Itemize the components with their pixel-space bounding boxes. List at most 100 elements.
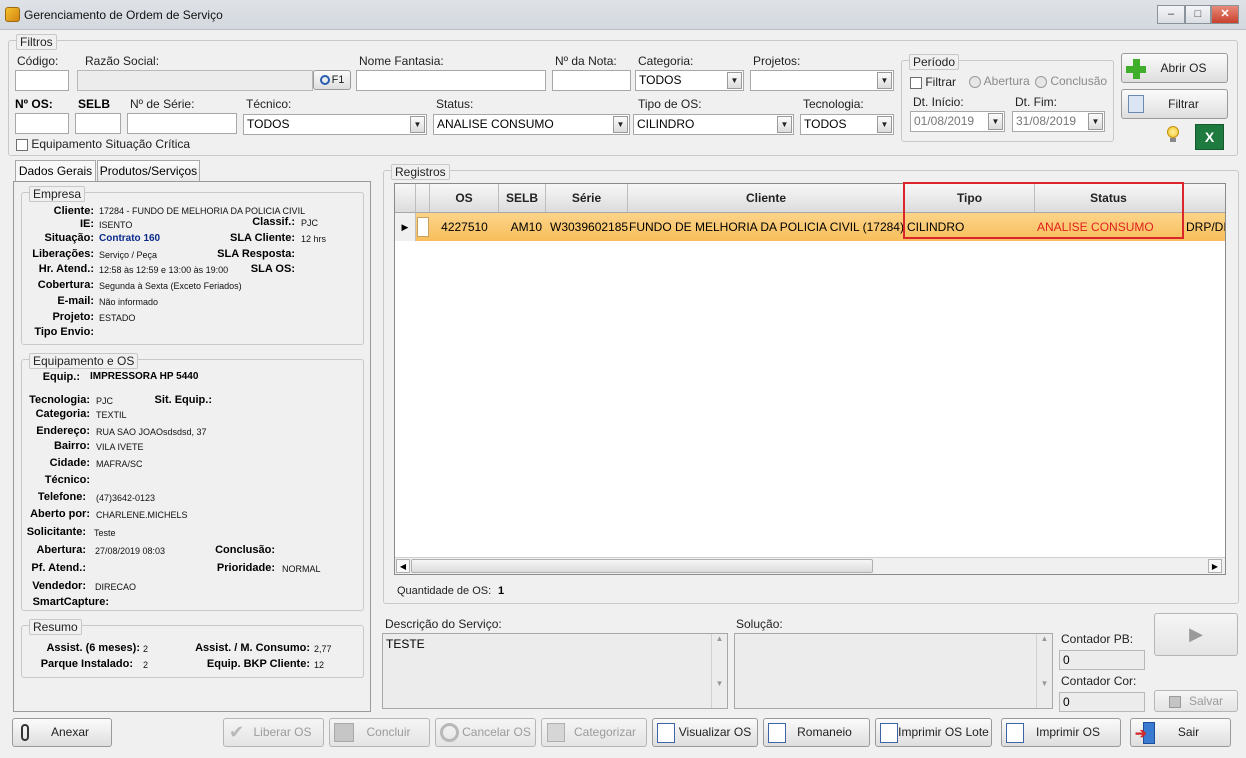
chevron-down-icon: ▼	[1088, 113, 1103, 130]
tecnologia-eq-value: PJC	[96, 396, 114, 406]
periodo-filtrar-checkbox[interactable]: Filtrar	[910, 75, 956, 89]
salvar-button[interactable]: Salvar	[1154, 690, 1238, 712]
fantasia-label: Nome Fantasia:	[359, 54, 444, 68]
sair-button[interactable]: ➔ Sair	[1130, 718, 1231, 747]
row-check-cell[interactable]	[417, 217, 429, 237]
grid-header-serie[interactable]: Série	[546, 184, 628, 213]
tab-dados-gerais[interactable]: Dados Gerais	[15, 160, 96, 182]
nota-input[interactable]	[552, 70, 631, 91]
fim-value: 31/08/2019	[1016, 114, 1077, 128]
registros-grid[interactable]: OS SELB Série Cliente Tipo Status ▶ 4227…	[394, 183, 1226, 575]
contador-cor-input[interactable]: 0	[1059, 692, 1145, 712]
os-input[interactable]	[15, 113, 69, 134]
fim-date[interactable]: 31/08/2019 ▼	[1012, 111, 1105, 132]
horizontal-scrollbar[interactable]: ◀ ▶	[395, 557, 1225, 574]
situacao-label: Situação:	[44, 232, 94, 244]
ie-label: IE:	[79, 218, 94, 230]
imprimir-os-button[interactable]: Imprimir OS	[1001, 718, 1121, 747]
tecnico-value: TODOS	[247, 117, 290, 131]
bkp-value: 12	[314, 660, 325, 670]
liberar-os-button[interactable]: ✔ Liberar OS	[223, 718, 324, 747]
descricao-textarea[interactable]: TESTE ▲ ▼	[382, 633, 728, 709]
serie-input[interactable]	[127, 113, 237, 134]
visualizar-os-button[interactable]: Visualizar OS	[652, 718, 758, 747]
concluir-button[interactable]: Concluir	[329, 718, 430, 747]
cobertura-label: Cobertura:	[37, 279, 94, 291]
email-value: Não informado	[99, 297, 159, 307]
anexar-label: Anexar	[50, 725, 90, 739]
concluir-label: Concluir	[366, 725, 411, 739]
grid-header-selb[interactable]: SELB	[499, 184, 546, 213]
paperclip-icon	[21, 724, 29, 741]
save-icon	[1168, 695, 1181, 708]
title-bar: Gerenciamento de Ordem de Serviço – □ ✕	[0, 0, 1246, 30]
scroll-left-icon[interactable]: ◀	[396, 559, 410, 573]
categorizar-button[interactable]: Categorizar	[541, 718, 647, 747]
filtrar-label: Filtrar	[925, 75, 957, 89]
cancelar-os-button[interactable]: Cancelar OS	[435, 718, 536, 747]
projetos-select[interactable]: ▼	[750, 70, 894, 91]
status-select[interactable]: ANALISE CONSUMO ▼	[433, 114, 630, 135]
projeto-value: ESTADO	[99, 313, 136, 323]
abrir-os-button[interactable]: Abrir OS	[1121, 53, 1228, 83]
tecnico-select[interactable]: TODOS ▼	[243, 114, 427, 135]
abertura-radio[interactable]: Abertura	[969, 74, 1030, 88]
critica-checkbox[interactable]: Equipamento Situação Crítica	[16, 137, 190, 151]
minimize-button[interactable]: –	[1157, 5, 1185, 24]
scroll-thumb[interactable]	[411, 559, 873, 573]
imprimir-os-lote-button[interactable]: Imprimir OS Lote	[875, 718, 992, 747]
grid-header-cliente[interactable]: Cliente	[628, 184, 905, 213]
inicio-date[interactable]: 01/08/2019 ▼	[910, 111, 1005, 132]
filtrar-button[interactable]: Filtrar	[1121, 89, 1228, 119]
play-button[interactable]: ▶	[1154, 613, 1238, 656]
status-label: Status:	[436, 97, 474, 111]
solucao-textarea[interactable]: ▲ ▼	[734, 633, 1053, 709]
razao-social-input[interactable]	[77, 70, 313, 91]
prioridade-value: NORMAL	[282, 564, 321, 574]
scroll-right-icon[interactable]: ▶	[1208, 559, 1222, 573]
cobertura-value: Segunda à Sexta (Exceto Feriados)	[99, 281, 242, 291]
parque-label: Parque Instalado:	[40, 658, 133, 670]
codigo-label: Código:	[17, 54, 59, 68]
close-button[interactable]: ✕	[1211, 5, 1239, 24]
projetos-label: Projetos:	[753, 54, 801, 68]
solucao-label: Solução:	[736, 617, 783, 631]
f1-search-button[interactable]: F1	[313, 70, 351, 90]
anexar-button[interactable]: Anexar	[12, 718, 112, 747]
chevron-down-icon: ▼	[988, 113, 1003, 130]
conclusao-label: Conclusão	[1050, 74, 1108, 88]
grid-header-extra[interactable]	[1183, 184, 1225, 213]
row-pointer-icon: ▶	[395, 213, 416, 241]
lightbulb-icon[interactable]	[1167, 126, 1181, 142]
grid-header-os[interactable]: OS	[430, 184, 499, 213]
tab-produtos-servicos[interactable]: Produtos/Serviços	[97, 160, 200, 182]
situacao-value[interactable]: Contrato 160	[99, 233, 160, 244]
sla-cliente-value: 12 hrs	[301, 234, 327, 244]
maximize-button[interactable]: □	[1185, 5, 1211, 24]
descricao-value: TESTE	[386, 637, 425, 651]
tipo-os-select[interactable]: CILINDRO ▼	[633, 114, 794, 135]
checkbox-icon	[910, 76, 922, 89]
fantasia-input[interactable]	[356, 70, 546, 91]
codigo-input[interactable]	[15, 70, 69, 91]
checkbox-icon	[16, 138, 28, 151]
sla-resposta-label: SLA Resposta:	[217, 248, 295, 260]
registros-legend: Registros	[391, 164, 450, 180]
smartcapture-label: SmartCapture:	[32, 596, 109, 608]
chevron-down-icon: ▼	[727, 72, 742, 89]
categoria-select[interactable]: TODOS ▼	[635, 70, 744, 91]
radio-icon	[1035, 75, 1047, 88]
categoria-value: TODOS	[639, 73, 682, 87]
excel-export-icon[interactable]: X	[1195, 124, 1224, 150]
endereco-label: Endereço:	[36, 425, 90, 437]
tecnologia-select[interactable]: TODOS ▼	[800, 114, 894, 135]
solucao-scrollbar[interactable]: ▲ ▼	[1036, 634, 1052, 708]
contador-pb-input[interactable]: 0	[1059, 650, 1145, 670]
report-icon	[880, 723, 898, 743]
descricao-scrollbar[interactable]: ▲ ▼	[711, 634, 727, 708]
equipamento-legend: Equipamento e OS	[29, 353, 139, 369]
selb-input[interactable]	[75, 113, 121, 134]
conclusao-radio[interactable]: Conclusão	[1035, 74, 1107, 88]
romaneio-label: Romaneio	[797, 725, 852, 739]
romaneio-button[interactable]: Romaneio	[763, 718, 870, 747]
